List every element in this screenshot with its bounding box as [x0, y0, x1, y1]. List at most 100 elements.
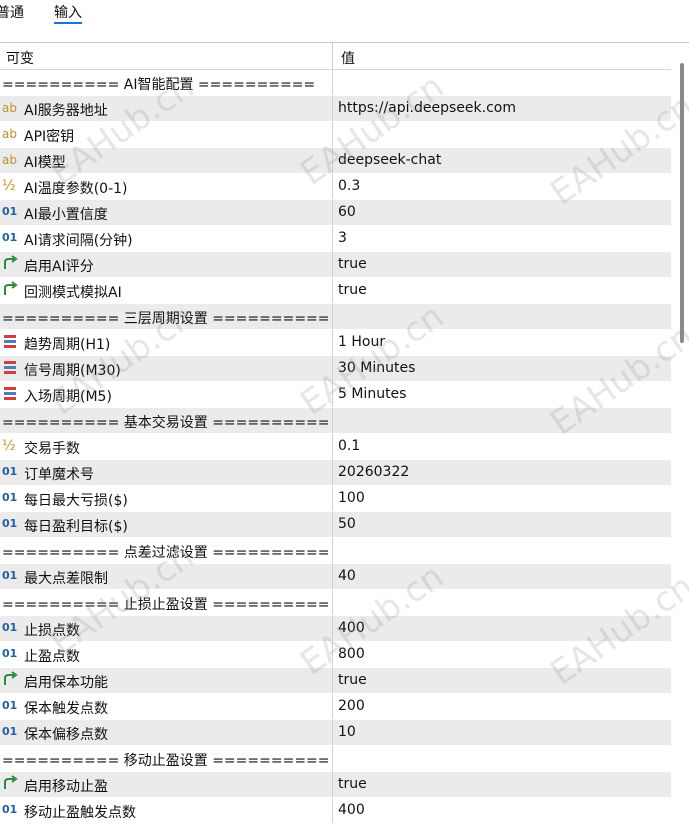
cell-divider: [332, 772, 333, 797]
cell-divider: [332, 226, 333, 251]
parameter-value[interactable]: deepseek-chat: [338, 152, 441, 168]
parameter-row[interactable]: 入场周期(M5) 5 Minutes: [0, 382, 671, 408]
bool-arrow-icon: [2, 255, 20, 273]
cell-divider: [332, 356, 333, 381]
parameter-row[interactable]: 01 移动止盈触发点数 400: [0, 798, 671, 824]
cell-divider: [332, 564, 333, 589]
parameter-row[interactable]: 01 止盈点数 800: [0, 642, 671, 668]
column-divider[interactable]: [332, 43, 333, 69]
cell-divider: [332, 304, 333, 329]
section-header-row[interactable]: ========== 点差过滤设置 ==========: [0, 538, 671, 564]
parameter-name: 每日盈利目标($): [24, 519, 128, 535]
cell-divider: [332, 746, 333, 771]
parameter-name: AI请求间隔(分钟): [24, 233, 133, 249]
cell-divider: [332, 278, 333, 303]
parameter-row[interactable]: 01 最大点差限制 40: [0, 564, 671, 590]
cell-divider: [332, 642, 333, 667]
parameter-name: 启用保本功能: [24, 675, 108, 691]
parameter-value[interactable]: https://api.deepseek.com: [338, 100, 516, 116]
cell-divider: [332, 122, 333, 147]
parameter-row[interactable]: 01 每日盈利目标($) 50: [0, 512, 671, 538]
parameter-row[interactable]: 趋势周期(H1) 1 Hour: [0, 330, 671, 356]
parameter-row[interactable]: ab API密钥: [0, 122, 671, 148]
cell-divider: [332, 200, 333, 225]
tab-inputs[interactable]: 输入: [54, 2, 82, 24]
parameter-row[interactable]: 01 AI最小置信度 60: [0, 200, 671, 226]
parameter-row[interactable]: ½ AI温度参数(0-1) 0.3: [0, 174, 671, 200]
fraction-icon: ½: [2, 438, 16, 454]
parameter-name: 每日最大亏损($): [24, 493, 128, 509]
section-title: ========== 点差过滤设置 ==========: [2, 545, 330, 561]
parameter-row[interactable]: 01 AI请求间隔(分钟) 3: [0, 226, 671, 252]
table-header: 可变 值: [0, 43, 671, 70]
parameter-value[interactable]: 10: [338, 724, 356, 740]
parameter-row[interactable]: 启用AI评分 true: [0, 252, 671, 278]
cell-divider: [332, 382, 333, 407]
parameter-row[interactable]: 信号周期(M30) 30 Minutes: [0, 356, 671, 382]
parameter-value[interactable]: true: [338, 672, 367, 688]
cell-divider: [332, 694, 333, 719]
cell-divider: [332, 720, 333, 745]
tab-inputs-label: 输入: [54, 5, 82, 21]
parameter-value[interactable]: 200: [338, 698, 365, 714]
parameter-value[interactable]: 60: [338, 204, 356, 220]
parameter-name: AI最小置信度: [24, 207, 108, 223]
section-header-row[interactable]: ========== AI智能配置 ==========: [0, 70, 671, 96]
parameter-row[interactable]: ab AI服务器地址 https://api.deepseek.com: [0, 96, 671, 122]
integer-icon: 01: [2, 231, 18, 244]
parameter-row[interactable]: ab AI模型 deepseek-chat: [0, 148, 671, 174]
parameter-name: 订单魔术号: [24, 467, 94, 483]
parameter-value[interactable]: 400: [338, 802, 365, 818]
section-title: ========== 基本交易设置 ==========: [2, 415, 330, 431]
parameter-value[interactable]: 40: [338, 568, 356, 584]
parameter-value[interactable]: 400: [338, 620, 365, 636]
parameter-value[interactable]: 0.1: [338, 438, 360, 454]
parameter-value[interactable]: true: [338, 256, 367, 272]
parameter-name: AI服务器地址: [24, 103, 108, 119]
parameter-row[interactable]: ½ 交易手数 0.1: [0, 434, 671, 460]
section-header-row[interactable]: ========== 止损止盈设置 ==========: [0, 590, 671, 616]
parameter-value[interactable]: 5 Minutes: [338, 386, 406, 402]
parameter-value[interactable]: 1 Hour: [338, 334, 385, 350]
parameter-row[interactable]: 01 保本触发点数 200: [0, 694, 671, 720]
parameter-value[interactable]: 50: [338, 516, 356, 532]
section-header-row[interactable]: ========== 基本交易设置 ==========: [0, 408, 671, 434]
parameter-value[interactable]: true: [338, 776, 367, 792]
parameter-row[interactable]: 01 订单魔术号 20260322: [0, 460, 671, 486]
bool-arrow-icon: [2, 671, 20, 689]
parameter-value[interactable]: 0.3: [338, 178, 360, 194]
column-header-value[interactable]: 值: [341, 48, 355, 68]
parameter-row[interactable]: 启用移动止盈 true: [0, 772, 671, 798]
cell-divider: [332, 538, 333, 563]
parameter-value[interactable]: 3: [338, 230, 347, 246]
parameter-value[interactable]: 100: [338, 490, 365, 506]
table-body: ========== AI智能配置 ========== ab AI服务器地址 htt…: [0, 70, 671, 824]
parameter-row[interactable]: 回测模式模拟AI true: [0, 278, 671, 304]
section-header-row[interactable]: ========== 三层周期设置 ==========: [0, 304, 671, 330]
tab-common[interactable]: 普通: [0, 2, 24, 22]
cell-divider: [332, 486, 333, 511]
vertical-scrollbar[interactable]: [676, 43, 689, 791]
column-header-variable[interactable]: 可变: [6, 48, 34, 68]
parameter-value[interactable]: 800: [338, 646, 365, 662]
parameter-row[interactable]: 01 止损点数 400: [0, 616, 671, 642]
parameter-name: 止盈点数: [24, 649, 80, 665]
section-header-row[interactable]: ========== 移动止盈设置 ==========: [0, 746, 671, 772]
parameter-value[interactable]: true: [338, 282, 367, 298]
cell-divider: [332, 798, 333, 823]
integer-icon: 01: [2, 569, 18, 582]
cell-divider: [332, 174, 333, 199]
parameter-value[interactable]: 20260322: [338, 464, 409, 480]
bool-arrow-icon: [2, 281, 20, 299]
cell-divider: [332, 668, 333, 693]
integer-icon: 01: [2, 491, 18, 504]
integer-icon: 01: [2, 647, 18, 660]
cell-divider: [332, 408, 333, 433]
parameter-row[interactable]: 启用保本功能 true: [0, 668, 671, 694]
parameter-name: 交易手数: [24, 441, 80, 457]
integer-icon: 01: [2, 699, 18, 712]
parameter-row[interactable]: 01 保本偏移点数 10: [0, 720, 671, 746]
parameter-value[interactable]: 30 Minutes: [338, 360, 415, 376]
scrollbar-thumb[interactable]: [680, 63, 684, 343]
parameter-row[interactable]: 01 每日最大亏损($) 100: [0, 486, 671, 512]
